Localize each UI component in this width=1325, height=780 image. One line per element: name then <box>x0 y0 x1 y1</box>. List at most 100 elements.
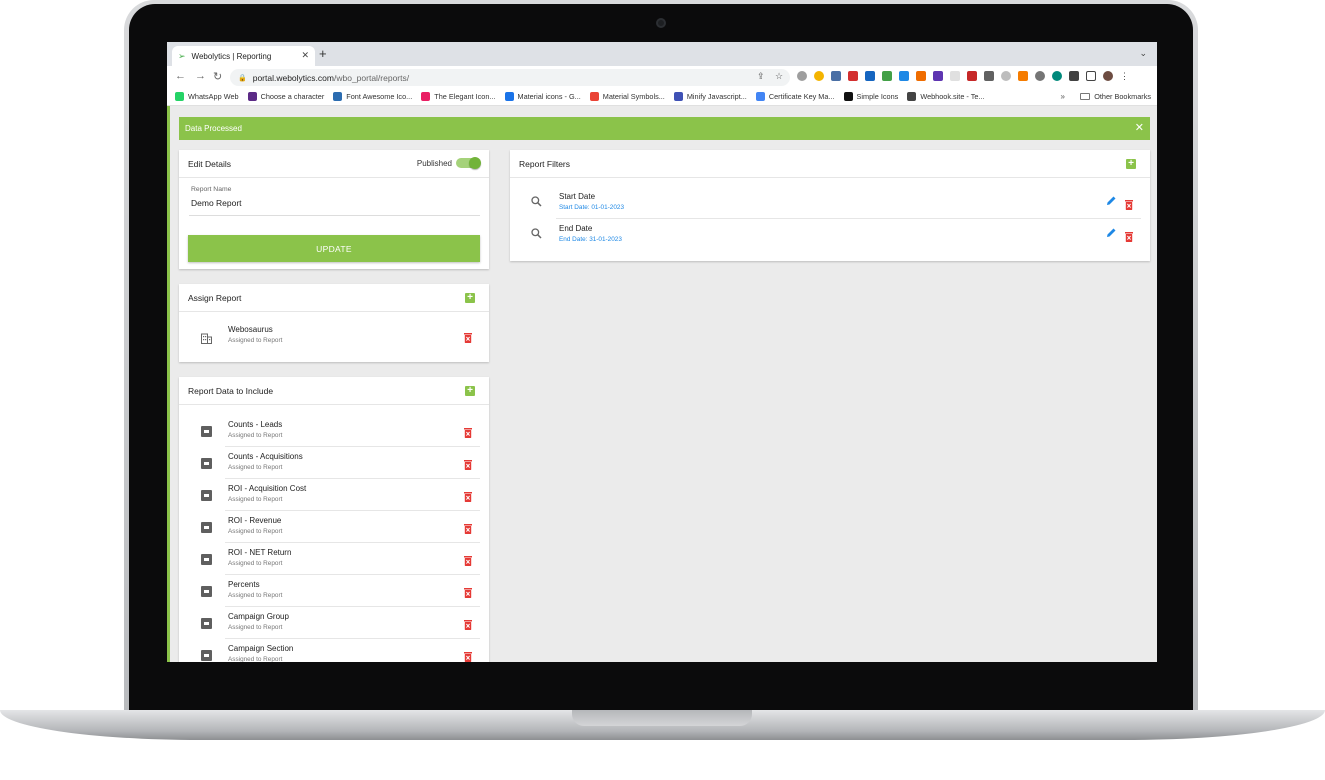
bookmark-label: WhatsApp Web <box>188 92 239 101</box>
filter-value: End Date: 31-01-2023 <box>559 236 622 243</box>
bookmark-label: Simple Icons <box>856 92 899 101</box>
bookmark-item[interactable]: Font Awesome Ico... <box>333 92 412 101</box>
card-header: Report Filters + <box>510 150 1150 178</box>
item-title: Campaign Section <box>228 644 294 653</box>
tab-close-icon[interactable]: ✕ <box>301 50 309 61</box>
page: Data Processed ✕ Edit Details Published … <box>167 106 1157 662</box>
delete-icon[interactable] <box>464 330 472 343</box>
extension-icon[interactable] <box>916 71 926 81</box>
share-icon[interactable]: ⇪ <box>757 71 765 82</box>
published-label: Published <box>416 159 452 168</box>
delete-icon[interactable] <box>464 489 472 502</box>
bookmarks-bar: WhatsApp Web Choose a character Font Aweso… <box>167 88 1157 106</box>
bookmark-item[interactable]: Simple Icons <box>843 92 899 101</box>
extension-icon[interactable] <box>814 71 824 81</box>
extension-icon[interactable] <box>1052 71 1062 81</box>
add-assignment-button[interactable]: + <box>465 293 475 303</box>
bookmark-item[interactable]: Material icons - G... <box>504 92 581 101</box>
report-name-input[interactable]: Demo Report <box>191 198 242 208</box>
extension-icon[interactable] <box>831 71 841 81</box>
tab-strip: ➢ Webolytics | Reporting ✕ + ⌄ <box>167 42 1157 66</box>
puzzle-icon[interactable] <box>1069 71 1079 81</box>
other-bookmarks[interactable]: Other Bookmarks <box>1080 92 1151 101</box>
item-subtitle: Assigned to Report <box>228 624 283 631</box>
extension-icon[interactable] <box>882 71 892 81</box>
add-report-data-button[interactable]: + <box>465 386 475 396</box>
item-subtitle: Assigned to Report <box>228 656 283 662</box>
extension-icon[interactable] <box>984 71 994 81</box>
filter-item: End Date End Date: 31-01-2023 <box>510 219 1150 251</box>
bookmark-star-icon[interactable]: ☆ <box>775 71 783 82</box>
folder-icon <box>1080 93 1091 100</box>
bookmark-item[interactable]: The Elegant Icon... <box>421 92 496 101</box>
report-name-label: Report Name <box>191 186 232 193</box>
bookmark-item[interactable]: Certificate Key Ma... <box>755 92 835 101</box>
toggle-knob <box>469 157 481 169</box>
reload-icon[interactable]: ↻ <box>213 70 222 83</box>
avatar[interactable] <box>1103 71 1113 81</box>
item-title: Campaign Group <box>228 612 289 621</box>
delete-icon[interactable] <box>464 649 472 662</box>
extension-icon[interactable] <box>1018 71 1028 81</box>
bookmark-icon <box>247 92 257 101</box>
delete-icon[interactable] <box>464 553 472 566</box>
item-subtitle: Assigned to Report <box>228 528 283 535</box>
item-title: Counts - Acquisitions <box>228 452 303 461</box>
delete-icon[interactable] <box>1125 229 1133 242</box>
delete-icon[interactable] <box>464 521 472 534</box>
extension-icon[interactable] <box>1035 71 1045 81</box>
archive-icon <box>201 426 212 437</box>
alert-close-icon[interactable]: ✕ <box>1135 121 1144 134</box>
list-item: Campaign Group Assigned to Report <box>179 607 489 639</box>
bookmark-item[interactable]: Minify Javascript... <box>673 92 747 101</box>
card-title: Report Data to Include <box>188 385 274 396</box>
item-title: Webosaurus <box>228 325 273 334</box>
bookmark-label: Certificate Key Ma... <box>768 92 835 101</box>
screen: ➢ Webolytics | Reporting ✕ + ⌄ ← → ↻ 🔒 p… <box>167 42 1157 662</box>
extension-icon[interactable] <box>1001 71 1011 81</box>
edit-icon[interactable] <box>1106 227 1117 241</box>
bookmark-item[interactable]: Choose a character <box>247 92 324 101</box>
extension-icon[interactable] <box>933 71 943 81</box>
filter-title: Start Date <box>559 192 596 201</box>
new-tab-button[interactable]: + <box>319 46 327 61</box>
extensions-bar: ⋮ <box>797 71 1129 81</box>
edit-icon[interactable] <box>1106 195 1117 209</box>
extension-icon[interactable] <box>950 71 960 81</box>
address-bar[interactable]: 🔒 portal.webolytics.com/wbo_portal/repor… <box>230 69 790 86</box>
tab-search-icon[interactable]: ⌄ <box>1139 48 1147 59</box>
archive-icon <box>201 490 212 501</box>
delete-icon[interactable] <box>464 617 472 630</box>
bookmark-label: Webhook.site - Te... <box>920 92 985 101</box>
card-title: Report Filters <box>519 158 571 169</box>
kebab-menu-icon[interactable]: ⋮ <box>1120 71 1129 81</box>
bookmark-item[interactable]: WhatsApp Web <box>175 92 239 101</box>
update-button[interactable]: UPDATE <box>188 235 480 262</box>
delete-icon[interactable] <box>464 457 472 470</box>
filter-title: End Date <box>559 224 593 233</box>
bookmark-icon <box>907 92 917 101</box>
bookmark-item[interactable]: Material Symbols... <box>589 92 665 101</box>
back-icon[interactable]: ← <box>175 70 186 82</box>
bookmark-icon <box>673 92 683 101</box>
item-title: ROI - NET Return <box>228 548 292 557</box>
bookmark-item[interactable]: Webhook.site - Te... <box>907 92 985 101</box>
sidepanel-icon[interactable] <box>1086 71 1096 81</box>
bookmark-label: Minify Javascript... <box>686 92 747 101</box>
delete-icon[interactable] <box>1125 197 1133 210</box>
extension-icon[interactable] <box>967 71 977 81</box>
laptop-notch <box>572 710 752 726</box>
add-filter-button[interactable]: + <box>1126 159 1136 169</box>
extension-icon[interactable] <box>797 71 807 81</box>
bookmark-icon <box>504 92 514 101</box>
delete-icon[interactable] <box>464 585 472 598</box>
extension-icon[interactable] <box>899 71 909 81</box>
published-toggle[interactable] <box>456 157 481 169</box>
bookmark-icon <box>421 92 431 101</box>
bookmarks-overflow-icon[interactable]: » <box>1061 92 1065 101</box>
extension-icon[interactable] <box>848 71 858 81</box>
forward-icon[interactable]: → <box>195 70 206 82</box>
delete-icon[interactable] <box>464 425 472 438</box>
browser-tab[interactable]: ➢ Webolytics | Reporting ✕ <box>172 46 315 66</box>
extension-icon[interactable] <box>865 71 875 81</box>
